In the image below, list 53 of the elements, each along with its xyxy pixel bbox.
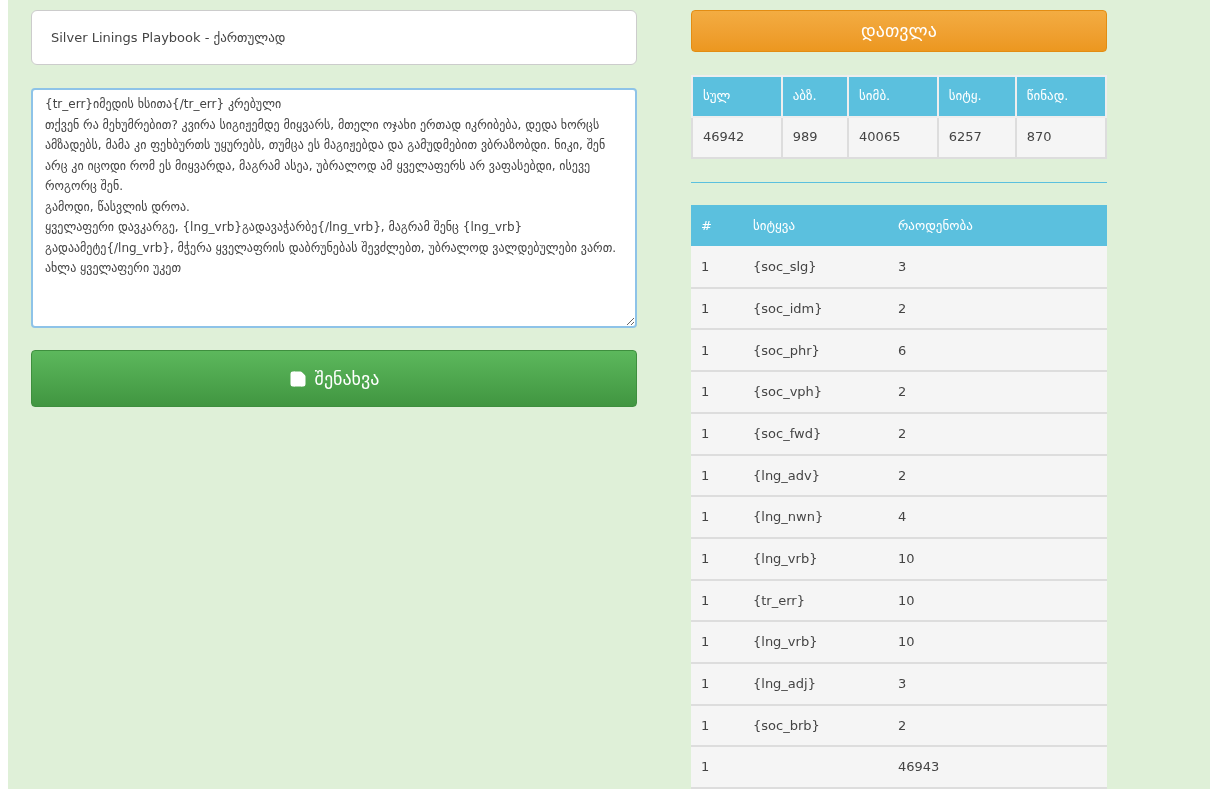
table-cell: {lng_adv}: [753, 467, 821, 483]
column-header: რაოდენობა: [888, 205, 1107, 247]
table-cell: 2: [898, 425, 907, 441]
table-cell: 10: [898, 550, 915, 566]
table-cell: 1: [701, 676, 710, 692]
column-header: სიმბ.: [848, 75, 938, 117]
table-cell: 46942: [692, 116, 782, 158]
table-cell: 2: [898, 467, 907, 483]
table-cell: {soc_fwd}: [753, 425, 822, 441]
title-field[interactable]: Silver Linings Playbook - ქართულად: [31, 10, 637, 65]
table-cell: {lng_vrb}: [753, 550, 818, 566]
table-cell: 1: [701, 342, 710, 358]
table-cell: 3: [898, 258, 907, 274]
table-cell: 1: [701, 467, 710, 483]
table-cell: 40065: [848, 116, 938, 158]
table-cell: 1: [701, 384, 710, 400]
table-cell: 1: [701, 425, 710, 441]
table-cell: {soc_brb}: [753, 717, 820, 733]
table-cell: 989: [781, 116, 849, 158]
table-cell: {lng_adj}: [753, 676, 816, 692]
table-cell: 1: [701, 592, 710, 608]
table-cell: 1: [701, 550, 710, 566]
table-cell: {lng_nwn}: [753, 509, 824, 525]
table-cell: 2: [898, 384, 907, 400]
column-header: #: [691, 205, 743, 247]
table-cell: 1: [701, 717, 710, 733]
table-cell: 46943: [898, 759, 940, 775]
column-header: აბზ.: [781, 75, 849, 117]
table-cell: 4: [898, 509, 907, 525]
table-cell: {lng_vrb}: [753, 634, 818, 650]
table-cell: {soc_phr}: [753, 342, 820, 358]
table-cell: 10: [898, 592, 915, 608]
column-header: სიტყ.: [937, 75, 1016, 117]
column-header: წინად.: [1015, 75, 1106, 117]
table-cell: 6: [898, 342, 907, 358]
column-header: სიტყვა: [743, 205, 888, 247]
table-cell: {soc_slg}: [753, 258, 817, 274]
table-cell: 1: [701, 759, 710, 775]
table-cell: 1: [701, 300, 710, 316]
table-cell: 870: [1015, 116, 1106, 158]
table-cell: 10: [898, 634, 915, 650]
table-cell: 1: [701, 509, 710, 525]
table-cell: 1: [701, 258, 710, 274]
text-area[interactable]: {tr_err}იმედის ხსითა{/tr_err} კრებული თქვენ რა მეხუმრებით? კვირა სიგიჟემდე მიყვარს, მთელი ოჯახი ერთად იკრიბება, დედა ხორცს ამზადებს, მამა კი ფეხბურთს უყურებს, თუმცა ეს მაგიჟებდა და გამუდმებით ვბრაზობდი. ნიკი, შენ არც კი იცოდი რომ ეს მიყვარდა, მაგრამ ასეა, უბრალოდ ამ ყველაფერს არ ვაფასებდი, ისევე როგორც შენ. გამოდი, წასვლის დროა. ყველაფერი დავკარგე, {lng_vrb}გადავაჭარბე{/lng_vrb}, მაგრამ შენც {lng_vrb}გადაამეტე{/lng_vrb}, მჭერა ყველაფრის დაბრუნებას შევძლებთ, უბრალოდ ვალდებულები ვართ. ახლა ყველაფერი უკეთ: [31, 88, 637, 328]
table-cell: {tr_err}: [753, 592, 805, 608]
table-cell: 2: [898, 717, 907, 733]
column-header: სულ: [692, 75, 782, 117]
table-cell: {soc_vph}: [753, 384, 823, 400]
table-cell: 2: [898, 300, 907, 316]
table-cell: 3: [898, 676, 907, 692]
table-cell: {soc_idm}: [753, 300, 823, 316]
table-cell: 1: [701, 634, 710, 650]
table-cell: 6257: [937, 116, 1016, 158]
